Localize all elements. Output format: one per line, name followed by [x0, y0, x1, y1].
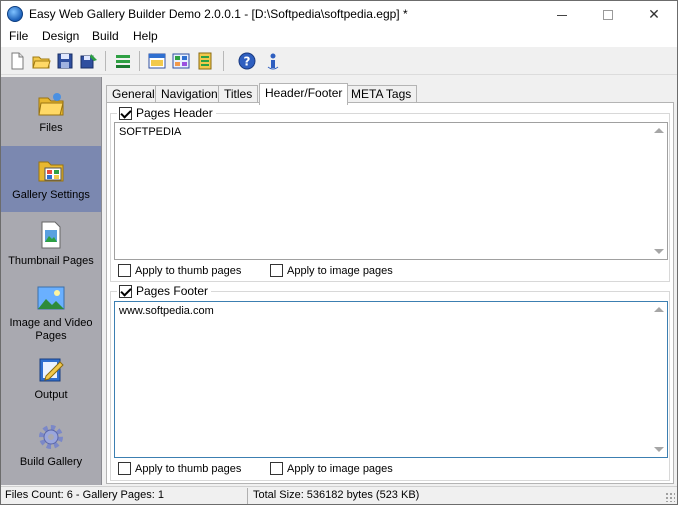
sidebar-item-label: Output — [34, 389, 68, 401]
footer-scrollbar[interactable] — [651, 302, 667, 457]
sidebar: Files Gallery Settings Thumbnail Pages I… — [1, 77, 102, 485]
status-bar: Files Count: 6 - Gallery Pages: 1 Total … — [1, 486, 677, 504]
toolbar: ? — [1, 47, 677, 75]
maximize-button[interactable] — [585, 1, 631, 27]
header-apply-image-option[interactable]: Apply to image pages — [270, 264, 393, 277]
sidebar-item-build-gallery[interactable]: Build Gallery — [1, 414, 101, 480]
toolbar-separator — [223, 51, 224, 71]
build-gear-icon — [37, 423, 65, 451]
status-divider — [247, 488, 248, 504]
sidebar-item-output[interactable]: Output — [1, 347, 101, 413]
tab-header-footer[interactable]: Header/Footer — [259, 83, 349, 105]
menu-design[interactable]: Design — [40, 29, 81, 43]
gallery-settings-icon — [37, 156, 65, 184]
app-globe-icon — [7, 6, 23, 22]
new-icon[interactable] — [7, 51, 27, 71]
header-scrollbar[interactable] — [651, 123, 667, 259]
menu-help[interactable]: Help — [131, 29, 160, 43]
pages-footer-checkbox[interactable] — [119, 284, 132, 298]
window-title: Easy Web Gallery Builder Demo 2.0.0.1 - … — [29, 7, 408, 21]
sidebar-item-image-and-video-pages[interactable]: Image and Video Pages — [1, 280, 101, 346]
pages-header-group: Pages Header SOFTPEDIA Apply to thumb pa… — [110, 106, 670, 282]
scroll-down-icon[interactable] — [654, 249, 664, 254]
footer-apply-image-checkbox[interactable] — [270, 462, 283, 475]
pages-footer-label: Pages Footer — [136, 284, 209, 298]
menu-file[interactable]: File — [7, 29, 30, 43]
menu-bar: File Design Build Help — [1, 27, 677, 47]
resize-grip-icon[interactable] — [665, 492, 675, 502]
open-icon[interactable] — [31, 51, 51, 71]
minimize-icon — [557, 14, 567, 16]
sidebar-item-label: Thumbnail Pages — [8, 255, 94, 267]
status-files-count: Files Count: 6 - Gallery Pages: 1 — [5, 489, 164, 501]
menu-build[interactable]: Build — [90, 29, 121, 43]
scroll-down-icon[interactable] — [654, 447, 664, 452]
sidebar-item-gallery-settings[interactable]: Gallery Settings — [1, 146, 101, 212]
header-apply-thumb-option[interactable]: Apply to thumb pages — [118, 264, 241, 277]
save-icon[interactable] — [55, 51, 75, 71]
title-bar: Easy Web Gallery Builder Demo 2.0.0.1 - … — [1, 1, 677, 27]
header-apply-image-label: Apply to image pages — [287, 264, 393, 277]
toolbar-separator — [105, 51, 106, 71]
header-footer-panel: Pages Header SOFTPEDIA Apply to thumb pa… — [106, 102, 674, 484]
thumbnail-page-icon — [37, 221, 65, 249]
header-apply-thumb-checkbox[interactable] — [118, 264, 131, 277]
pages-header-checkbox[interactable] — [119, 106, 132, 120]
svg-text:?: ? — [244, 55, 251, 69]
close-button[interactable]: ✕ — [631, 1, 677, 27]
add-files-icon[interactable] — [113, 51, 133, 71]
pages-header-label: Pages Header — [136, 106, 213, 120]
footer-apply-thumb-label: Apply to thumb pages — [135, 462, 242, 475]
maximize-icon — [603, 10, 613, 21]
pages-header-toggle[interactable]: Pages Header — [117, 106, 216, 120]
preview-icon[interactable] — [147, 51, 167, 71]
sidebar-item-label: Image and Video Pages — [9, 317, 93, 342]
pages-footer-toggle[interactable]: Pages Footer — [117, 284, 212, 298]
footer-apply-thumb-option[interactable]: Apply to thumb pages — [118, 462, 241, 475]
save-as-icon[interactable] — [79, 51, 99, 71]
publish-icon[interactable] — [195, 51, 215, 71]
footer-textarea[interactable]: www.softpedia.com — [114, 301, 668, 458]
sidebar-item-label: Files — [39, 122, 63, 134]
about-icon[interactable] — [263, 51, 283, 71]
status-total-size: Total Size: 536182 bytes (523 KB) — [253, 489, 420, 501]
footer-apply-thumb-checkbox[interactable] — [118, 462, 131, 475]
header-textarea[interactable]: SOFTPEDIA — [114, 122, 668, 260]
pages-footer-group: Pages Footer www.softpedia.com Apply to … — [110, 284, 670, 481]
help-icon[interactable]: ? — [237, 51, 257, 71]
image-page-icon — [37, 284, 65, 312]
toolbar-separator — [139, 51, 140, 71]
footer-apply-image-option[interactable]: Apply to image pages — [270, 462, 393, 475]
app-window: Easy Web Gallery Builder Demo 2.0.0.1 - … — [0, 0, 678, 505]
close-icon: ✕ — [648, 6, 660, 22]
header-text: SOFTPEDIA — [119, 126, 182, 138]
sidebar-item-thumbnail-pages[interactable]: Thumbnail Pages — [1, 213, 101, 279]
sidebar-item-files[interactable]: Files — [1, 77, 101, 145]
footer-text: www.softpedia.com — [119, 305, 214, 317]
header-apply-image-checkbox[interactable] — [270, 264, 283, 277]
sidebar-item-label: Gallery Settings — [12, 189, 90, 201]
minimize-button[interactable] — [539, 1, 585, 27]
folder-icon — [37, 90, 65, 118]
scroll-up-icon[interactable] — [654, 307, 664, 312]
scroll-up-icon[interactable] — [654, 128, 664, 133]
footer-apply-image-label: Apply to image pages — [287, 462, 393, 475]
header-apply-thumb-label: Apply to thumb pages — [135, 264, 242, 277]
sidebar-item-label: Build Gallery — [19, 456, 83, 468]
output-icon — [37, 356, 65, 384]
gallery-icon[interactable] — [171, 51, 191, 71]
